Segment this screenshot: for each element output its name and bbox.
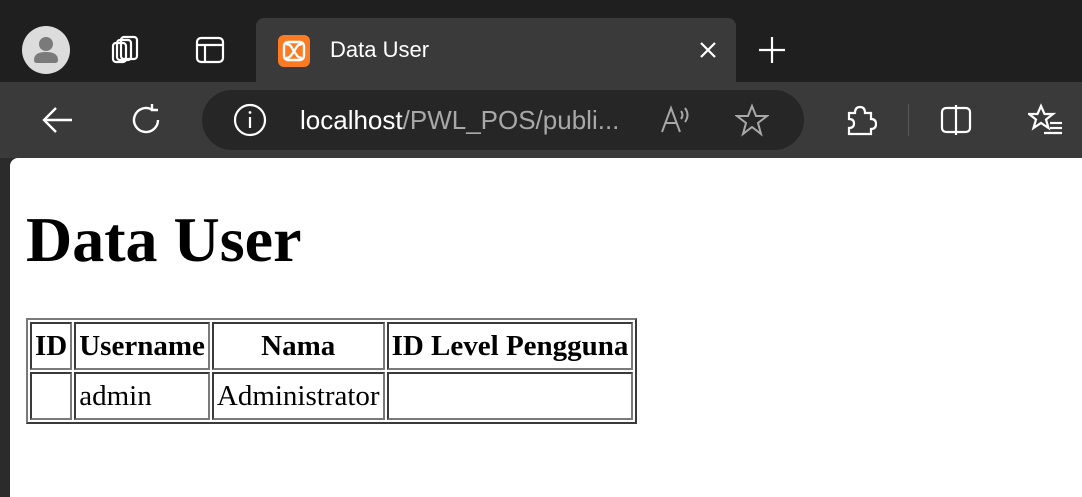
extensions-button[interactable]: [836, 96, 884, 144]
read-aloud-icon[interactable]: [656, 102, 696, 138]
tab-title: Data User: [330, 37, 430, 62]
profile-avatar-icon[interactable]: [22, 26, 70, 74]
user-table: ID Username Nama ID Level Pengguna admin…: [26, 318, 638, 424]
refresh-icon: [132, 104, 160, 134]
back-arrow-icon: [42, 107, 72, 133]
toolbar-divider: [908, 104, 909, 136]
column-header-id: ID: [30, 322, 73, 370]
column-header-id-level: ID Level Pengguna: [386, 322, 634, 370]
close-icon[interactable]: [692, 34, 724, 66]
tab-data-user[interactable]: Data User: [256, 18, 736, 82]
info-icon[interactable]: [232, 102, 268, 138]
column-header-username: Username: [74, 322, 210, 370]
xampp-icon: [278, 35, 310, 67]
page-content: Data User ID Username Nama ID Level Peng…: [10, 158, 1082, 497]
tab-actions-icon[interactable]: [186, 26, 234, 74]
favorites-list-icon: [1028, 103, 1062, 135]
address-host: localhost: [300, 105, 403, 135]
workspaces-icon[interactable]: [102, 26, 150, 74]
plus-icon: [759, 37, 785, 63]
cell-username: admin: [74, 372, 210, 420]
new-tab-button[interactable]: [748, 26, 796, 74]
page-title: Data User: [26, 204, 302, 275]
refresh-button[interactable]: [122, 96, 170, 144]
favorites-button[interactable]: [1022, 96, 1070, 144]
column-header-nama: Nama: [211, 322, 385, 370]
star-icon[interactable]: [732, 102, 772, 138]
split-screen-button[interactable]: [932, 96, 980, 144]
split-screen-icon: [940, 105, 972, 135]
address-url[interactable]: localhost/PWL_POS/publi...: [300, 103, 619, 137]
table-row: admin Administrator: [30, 372, 634, 420]
cell-id: [30, 372, 73, 420]
table-header-row: ID Username Nama ID Level Pengguna: [30, 322, 634, 370]
tab-strip: Data User: [0, 0, 1082, 82]
address-bar[interactable]: localhost/PWL_POS/publi...: [202, 90, 804, 150]
address-path: /PWL_POS/publi...: [402, 105, 620, 135]
back-button[interactable]: [34, 96, 82, 144]
cell-id-level: [386, 372, 634, 420]
puzzle-icon: [847, 105, 877, 136]
cell-nama: Administrator: [211, 372, 385, 420]
browser-toolbar: localhost/PWL_POS/publi...: [0, 82, 1082, 158]
